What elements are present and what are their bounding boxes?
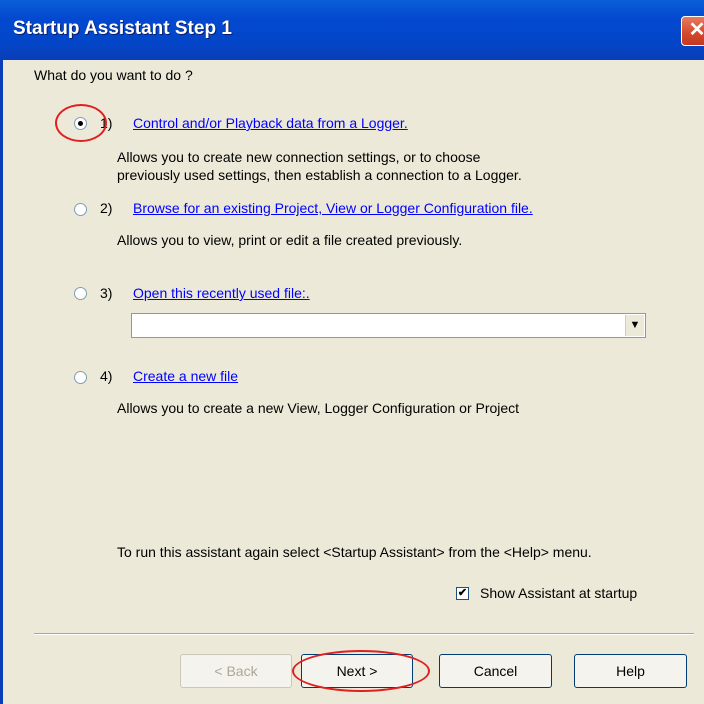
option-2-radio[interactable] (74, 203, 87, 216)
option-4-link[interactable]: Create a new file (133, 368, 238, 384)
option-2-number: 2) (100, 200, 113, 216)
option-1-description-line: Allows you to create new connection sett… (117, 149, 481, 165)
check-icon: ✔ (457, 587, 468, 599)
separator (34, 633, 694, 635)
option-1-link[interactable]: Control and/or Playback data from a Logg… (133, 115, 408, 131)
close-button[interactable]: ✕ (681, 16, 704, 46)
option-2-description-line: Allows you to view, print or edit a file… (117, 232, 463, 248)
show-at-startup-checkbox[interactable]: ✔ (456, 587, 469, 600)
window-title: Startup Assistant Step 1 (13, 18, 232, 39)
option-2-description: Allows you to view, print or edit a file… (117, 231, 462, 249)
cancel-button[interactable]: Cancel (439, 654, 552, 688)
option-1-description: Allows you to create new connection sett… (117, 148, 522, 184)
recent-file-dropdown[interactable]: ▼ (131, 313, 646, 338)
option-1-description-line: previously used settings, then establish… (117, 167, 522, 183)
annotation-circle-option-1 (55, 104, 107, 142)
option-4-description: Allows you to create a new View, Logger … (117, 399, 519, 417)
option-4-number: 4) (100, 368, 113, 384)
option-4-description-line: Allows you to create a new View, Logger … (117, 400, 520, 416)
hint-text: To run this assistant again select <Star… (117, 544, 592, 560)
option-3-link[interactable]: Open this recently used file:. (133, 285, 310, 301)
help-button[interactable]: Help (574, 654, 687, 688)
question-label: What do you want to do ? (34, 67, 193, 83)
option-3-radio[interactable] (74, 287, 87, 300)
title-bar[interactable]: Startup Assistant Step 1 (0, 0, 704, 60)
option-3-number: 3) (100, 285, 113, 301)
option-4-radio[interactable] (74, 371, 87, 384)
option-2-link[interactable]: Browse for an existing Project, View or … (133, 200, 533, 216)
back-button[interactable]: < Back (180, 654, 292, 688)
window-frame-left (0, 60, 3, 704)
annotation-circle-next (292, 650, 430, 692)
close-icon: ✕ (688, 19, 704, 41)
show-at-startup-label: Show Assistant at startup (480, 585, 638, 601)
chevron-down-icon[interactable]: ▼ (625, 315, 644, 336)
